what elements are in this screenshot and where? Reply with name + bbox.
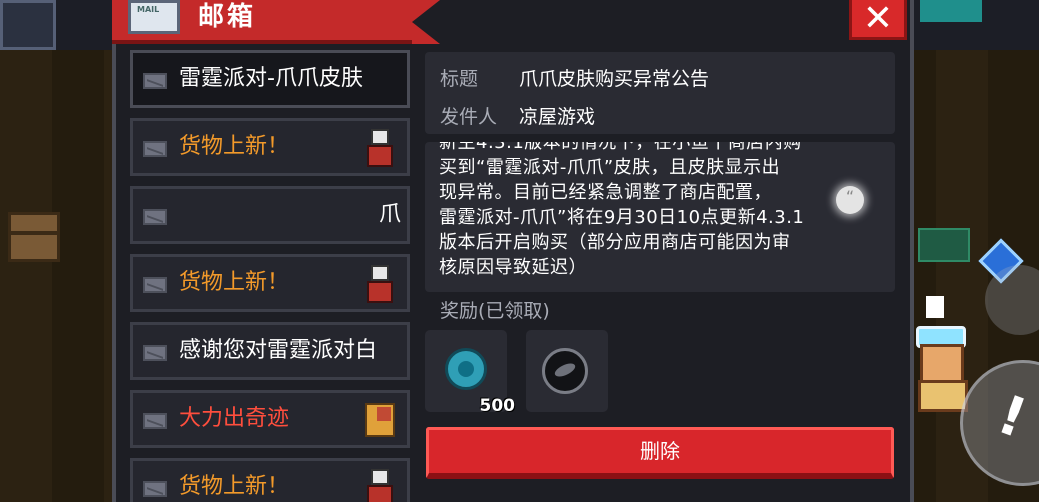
mail-item-label: 货物上新！: [179, 474, 290, 499]
mail-item-label: 大力出奇迹: [179, 406, 290, 431]
mail-item-label: 货物上新！: [179, 270, 290, 295]
mail-item-label: 雷霆派对-爪爪皮肤: [179, 66, 363, 91]
title-value: 爪爪皮肤购买异常公告: [519, 68, 710, 90]
mail-item[interactable]: 货物上新！: [130, 458, 410, 502]
envelope-icon: [143, 73, 167, 89]
mail-item-label: 感谢您对雷霆派对白: [179, 338, 378, 363]
sender-value: 凉屋游戏: [519, 106, 596, 128]
background-green-box: [918, 228, 970, 262]
hero-portrait-icon: [365, 401, 395, 439]
mail-icon: MAIL: [128, 0, 180, 34]
close-button[interactable]: ✕: [849, 0, 907, 40]
gem-coin-icon: [445, 348, 487, 390]
mail-header: 标题 爪爪皮肤购买异常公告 发件人 凉屋游戏: [425, 52, 895, 134]
mail-list[interactable]: 雷霆派对-爪爪皮肤 货物上新！ 爪 货物上新！ 感谢您对雷霆派对白 大力出奇迹 …: [128, 50, 412, 502]
envelope-icon: [143, 277, 167, 293]
envelope-icon: [143, 481, 167, 497]
scroll-knob[interactable]: “: [836, 186, 864, 214]
reward-slot[interactable]: 500: [425, 330, 515, 416]
reward-quantity: 500: [479, 396, 516, 416]
mail-item[interactable]: 大力出奇迹: [130, 390, 410, 448]
background-chest: [8, 212, 60, 262]
reward-slot[interactable]: [526, 330, 608, 412]
delete-button[interactable]: 删除: [426, 427, 894, 479]
envelope-icon: [143, 345, 167, 361]
cat-on-chair-icon: [365, 469, 395, 502]
mail-item-trailing-text: 爪: [378, 202, 401, 227]
window-title: 邮箱: [198, 2, 257, 32]
fish-token-icon: [542, 348, 588, 394]
mail-item-label: 货物上新！: [179, 134, 290, 159]
mail-item[interactable]: 雷霆派对-爪爪皮肤: [130, 50, 410, 108]
cat-on-chair-icon: [365, 265, 395, 303]
background-signal: [926, 296, 944, 318]
sender-label: 发件人: [440, 106, 498, 128]
mail-item[interactable]: 感谢您对雷霆派对白: [130, 322, 410, 380]
player-character: [912, 318, 968, 412]
mail-body-text: 新主4.3.1版本的情况下，在小鱼干商店内购 买到“雷霆派对-爪爪”皮肤，且皮肤…: [439, 142, 805, 278]
mail-item[interactable]: 货物上新！: [130, 254, 410, 312]
mail-item[interactable]: 爪: [130, 186, 410, 244]
cat-on-chair-icon: [365, 129, 395, 167]
envelope-icon: [143, 209, 167, 225]
title-label: 标题: [440, 68, 479, 90]
mail-item[interactable]: 货物上新！: [130, 118, 410, 176]
reward-label: 奖励(已领取): [440, 300, 550, 322]
mail-body[interactable]: 新主4.3.1版本的情况下，在小鱼干商店内购 买到“雷霆派对-爪爪”皮肤，且皮肤…: [425, 142, 895, 292]
envelope-icon: [143, 141, 167, 157]
background-crate: [0, 0, 56, 50]
envelope-icon: [143, 413, 167, 429]
background-teal-block: [920, 0, 982, 22]
